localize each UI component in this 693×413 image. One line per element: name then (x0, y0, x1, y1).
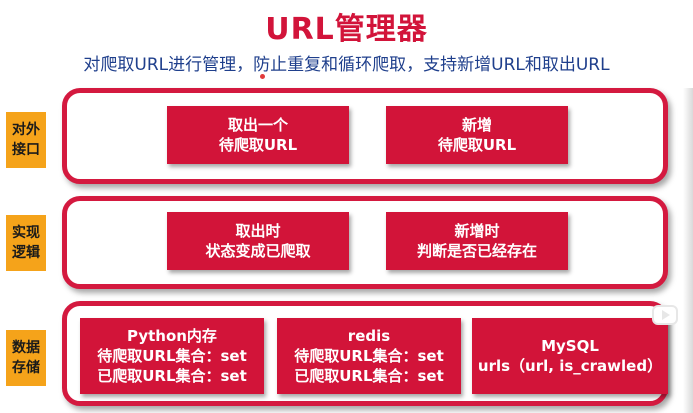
box-get-url: 取出一个 待爬取URL (167, 106, 349, 164)
cursor-dot (260, 74, 265, 79)
box-redis: redis 待爬取URL集合：set 已爬取URL集合：set (277, 318, 461, 394)
box-line: 待爬取URL (218, 136, 298, 154)
box-line: 取出时 (235, 222, 281, 240)
panel-logic (62, 196, 668, 289)
box-line: redis (347, 327, 391, 345)
box-python-memory: Python内存 待爬取URL集合：set 已爬取URL集合：set (80, 318, 264, 394)
row-label-interface: 对外 接口 (6, 112, 46, 168)
row-label-storage: 数据 存储 (6, 330, 46, 386)
box-line: 待爬取URL (437, 136, 517, 154)
box-line: 新增时 (454, 222, 500, 240)
box-line: 已爬取URL集合：set (97, 367, 247, 385)
box-line: 新增 (461, 116, 492, 134)
row-label-logic: 实现 逻辑 (6, 215, 46, 271)
right-edge-bar (683, 88, 693, 413)
box-mysql: MySQL urls（url, is_crawled） (472, 318, 668, 394)
box-line: 判断是否已经存在 (416, 242, 537, 260)
box-line: 取出一个 (227, 116, 288, 134)
page-title: URL管理器 (265, 12, 428, 47)
box-line: 已爬取URL集合：set (294, 367, 444, 385)
page-subtitle: 对爬取URL进行管理，防止重复和循环爬取，支持新增URL和取出URL (83, 55, 610, 75)
box-line: urls（url, is_crawled） (477, 357, 663, 375)
box-line: 状态变成已爬取 (205, 242, 311, 260)
box-line: MySQL (541, 337, 599, 355)
box-line: 待爬取URL集合：set (294, 347, 444, 365)
box-add-logic: 新增时 判断是否已经存在 (386, 212, 568, 270)
box-get-logic: 取出时 状态变成已爬取 (167, 212, 349, 270)
box-line: 待爬取URL集合：set (97, 347, 247, 365)
box-add-url: 新增 待爬取URL (386, 106, 568, 164)
play-logo-icon (652, 305, 678, 325)
panel-interface (62, 88, 668, 184)
box-line: Python内存 (127, 327, 217, 345)
